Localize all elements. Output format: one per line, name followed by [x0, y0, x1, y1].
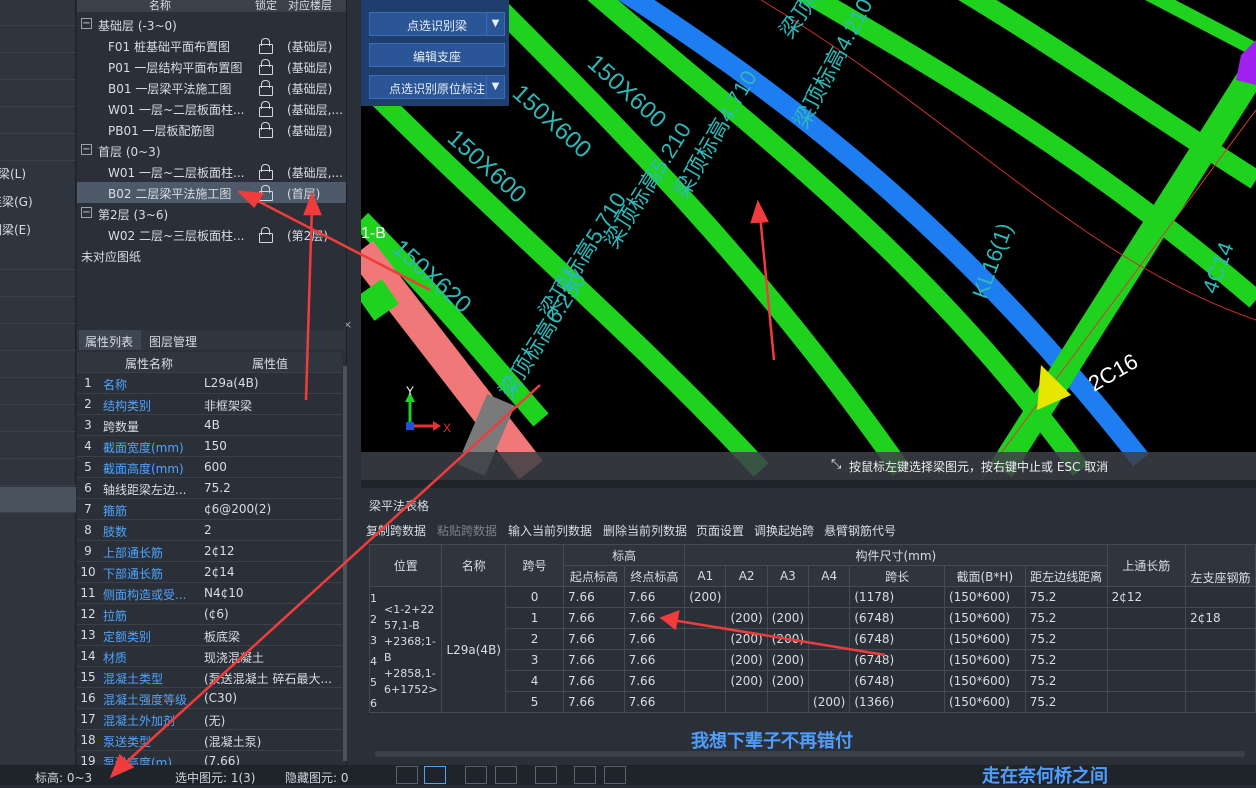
annotation-overlay: [109, 190, 886, 779]
